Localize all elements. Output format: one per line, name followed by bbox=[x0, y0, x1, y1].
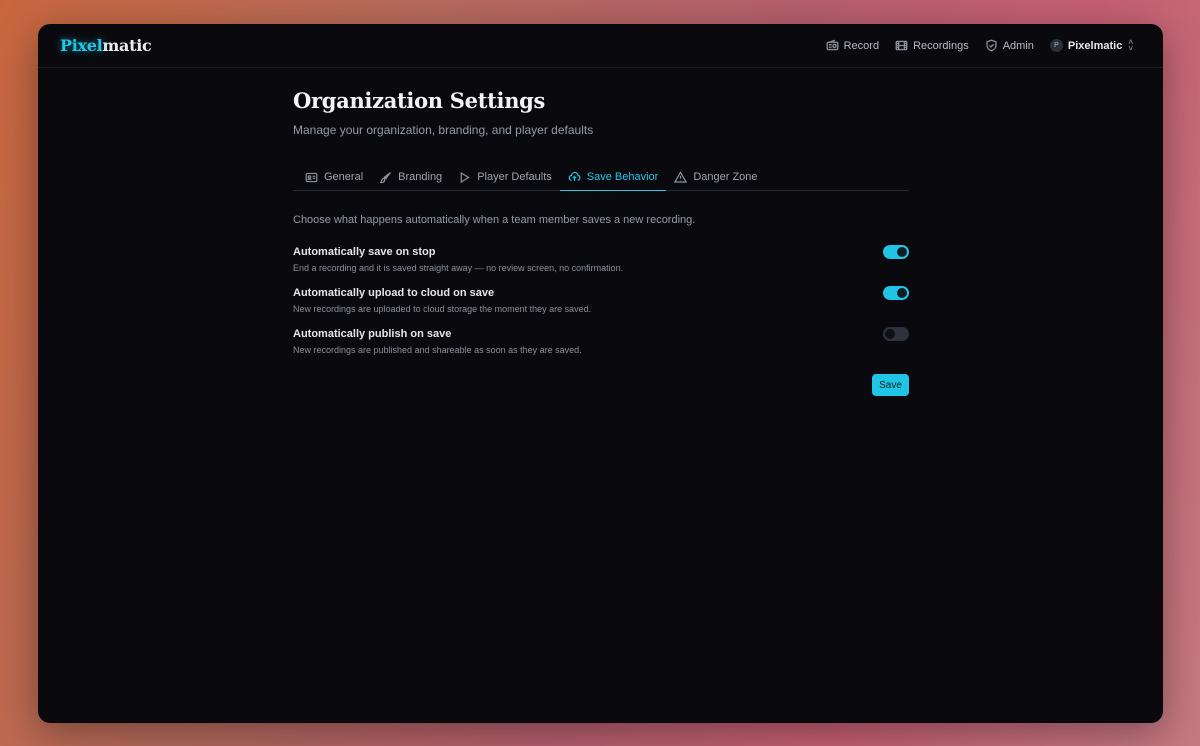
tab-save-behavior[interactable]: Save Behavior bbox=[559, 163, 667, 191]
auto-upload-toggle[interactable] bbox=[883, 286, 909, 300]
settings-tabs: General Branding Player Defaults Save Be… bbox=[293, 163, 909, 191]
auto-publish-toggle[interactable] bbox=[883, 327, 909, 341]
auto-save-toggle[interactable] bbox=[883, 245, 909, 259]
play-icon bbox=[460, 171, 470, 183]
nav-admin[interactable]: Admin bbox=[985, 39, 1034, 52]
tab-player-defaults-label: Player Defaults bbox=[477, 171, 552, 183]
setting-auto-save-on-stop: Automatically save on stop End a recordi… bbox=[293, 245, 909, 274]
section-description: Choose what happens automatically when a… bbox=[293, 214, 696, 226]
tab-save-behavior-label: Save Behavior bbox=[586, 170, 659, 183]
org-switcher[interactable]: P Pixelmatic ˄ ˅ bbox=[1049, 37, 1133, 53]
setting-label: Automatically publish on save bbox=[293, 328, 452, 340]
nav-recordings-label: Recordings bbox=[913, 39, 969, 52]
nav-record-label: Record bbox=[843, 39, 880, 52]
id-card-icon bbox=[305, 172, 318, 182]
tab-danger-zone-label: Danger Zone bbox=[693, 171, 758, 183]
page-subtitle: Manage your organization, branding, and … bbox=[293, 123, 594, 137]
radio-icon bbox=[826, 39, 839, 51]
org-avatar: P bbox=[1049, 39, 1063, 52]
toggle-knob bbox=[897, 247, 907, 257]
setting-label: Automatically save on stop bbox=[293, 246, 436, 258]
setting-auto-publish: Automatically publish on save New record… bbox=[293, 327, 909, 356]
save-button[interactable]: Save bbox=[872, 374, 909, 396]
page-title: Organization Settings bbox=[293, 88, 546, 113]
settings-content: Organization Settings Manage your organi… bbox=[293, 88, 909, 396]
nav-record[interactable]: Record bbox=[826, 39, 879, 52]
chevron-up-down-icon: ˄ ˅ bbox=[1128, 37, 1133, 53]
logo-part-1: Pixel bbox=[60, 36, 103, 55]
tab-branding-label: Branding bbox=[398, 171, 443, 183]
logo-part-2: matic bbox=[102, 36, 152, 55]
nav-recordings[interactable]: Recordings bbox=[895, 39, 969, 52]
setting-help-text: New recordings are published and shareab… bbox=[293, 345, 582, 355]
tab-branding[interactable]: Branding bbox=[371, 163, 450, 191]
setting-auto-upload-to-cloud: Automatically upload to cloud on save Ne… bbox=[293, 286, 909, 315]
org-name: Pixelmatic bbox=[1067, 39, 1123, 52]
tab-general-label: General bbox=[324, 171, 364, 183]
shield-check-icon bbox=[986, 39, 997, 52]
setting-label: Automatically upload to cloud on save bbox=[293, 287, 495, 299]
save-row: Save bbox=[293, 374, 909, 396]
app-window: Pixel matic Record Recordings Admin P Pix… bbox=[38, 24, 1163, 723]
setting-help-text: New recordings are uploaded to cloud sto… bbox=[293, 304, 592, 314]
cloud-upload-icon bbox=[568, 171, 581, 181]
nav-admin-label: Admin bbox=[1002, 39, 1034, 52]
toggle-knob bbox=[897, 288, 907, 298]
tab-danger-zone[interactable]: Danger Zone bbox=[666, 163, 765, 191]
tab-general[interactable]: General bbox=[297, 163, 371, 191]
top-nav: Record Recordings Admin P Pixelmatic ˄ ˅ bbox=[826, 37, 1133, 53]
top-bar: Pixel matic Record Recordings Admin P Pix… bbox=[38, 24, 1163, 68]
tab-player-defaults[interactable]: Player Defaults bbox=[450, 163, 560, 191]
pixelmatic-logo[interactable]: Pixel matic bbox=[60, 36, 152, 55]
paintbrush-icon bbox=[380, 171, 391, 183]
warning-icon bbox=[674, 170, 688, 183]
setting-help-text: End a recording and it is saved straight… bbox=[293, 263, 624, 273]
toggle-knob bbox=[885, 329, 895, 339]
film-icon bbox=[895, 40, 908, 51]
